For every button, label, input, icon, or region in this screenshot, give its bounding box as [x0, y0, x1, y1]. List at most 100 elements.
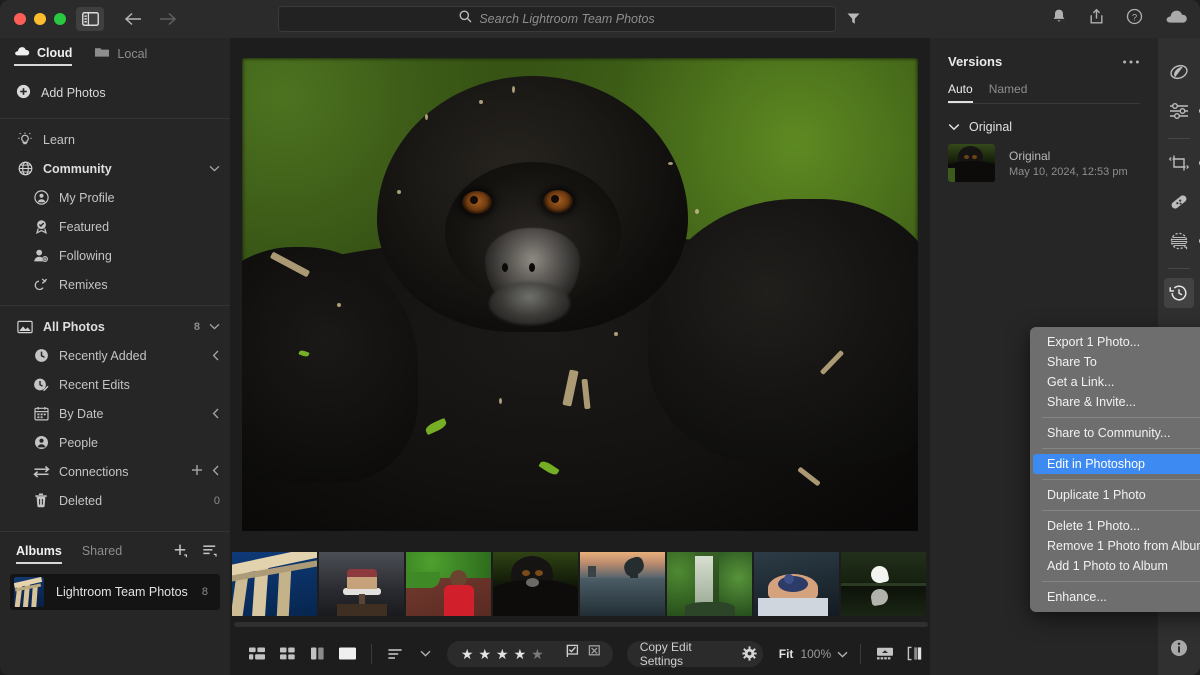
crop-icon[interactable]: [1164, 148, 1194, 178]
chevron-left-icon[interactable]: [212, 408, 220, 419]
filmstrip-thumb-hand-holding-blueberries[interactable]: [754, 552, 839, 616]
zoom-fit-label[interactable]: Fit: [779, 647, 794, 661]
forward-arrow-icon[interactable]: [152, 7, 182, 31]
edit-sliders-icon[interactable]: [1164, 96, 1194, 126]
photo-viewer[interactable]: [230, 38, 930, 550]
filmstrip-thumb-greek-temple-columns[interactable]: [232, 552, 317, 616]
filmstrip-scrollbar-thumb[interactable]: [234, 622, 928, 627]
help-icon[interactable]: ?: [1126, 8, 1143, 30]
sort-group[interactable]: [381, 640, 441, 668]
ellipsis-icon[interactable]: [1122, 52, 1140, 70]
sidebar-item-all-photos[interactable]: All Photos 8: [0, 312, 230, 341]
bell-icon[interactable]: [1051, 8, 1067, 30]
sidebar-item-by-date[interactable]: By Date: [0, 399, 230, 428]
sort-icon[interactable]: [381, 640, 411, 668]
chevron-left-icon[interactable]: [212, 465, 220, 479]
zoom-chevron-down-icon[interactable]: [837, 645, 848, 663]
context-menu-item-export[interactable]: Export 1 Photo... ›: [1033, 332, 1200, 352]
toolbar-divider-1: [371, 644, 372, 664]
star-3[interactable]: ★: [496, 647, 509, 661]
chevron-down-icon[interactable]: [209, 321, 220, 333]
context-menu-item-add-to-album[interactable]: Add 1 Photo to Album ›: [1033, 556, 1200, 576]
add-album-icon[interactable]: [173, 543, 188, 563]
close-window-button[interactable]: [14, 13, 26, 25]
star-2[interactable]: ★: [478, 647, 491, 661]
single-photo-view-icon[interactable]: [332, 640, 362, 668]
search-input[interactable]: Search Lightroom Team Photos: [278, 6, 836, 32]
context-menu-item-duplicate[interactable]: Duplicate 1 Photo: [1033, 485, 1200, 505]
back-arrow-icon[interactable]: [118, 7, 148, 31]
add-photos-button[interactable]: Add Photos: [0, 70, 230, 118]
context-menu-item-get-a-link[interactable]: Get a Link...: [1033, 372, 1200, 392]
sidebar-item-following[interactable]: Following: [0, 241, 230, 270]
context-menu-item-remove-from-album[interactable]: Remove 1 Photo from Album...: [1033, 536, 1200, 556]
sort-albums-icon[interactable]: [202, 543, 218, 563]
filmstrip[interactable]: [230, 550, 930, 618]
versions-section-original[interactable]: Original: [930, 104, 1158, 134]
photo-context-menu[interactable]: Export 1 Photo... › Share To › Get a Lin…: [1030, 327, 1200, 612]
panel-toggle-icon[interactable]: [76, 7, 104, 31]
source-tab-local[interactable]: Local: [94, 46, 147, 67]
version-list-item[interactable]: Original May 10, 2024, 12:53 pm: [930, 134, 1158, 182]
source-tab-cloud[interactable]: Cloud: [14, 46, 72, 66]
grid-detail-view-icon[interactable]: [242, 640, 272, 668]
window-controls: [0, 13, 66, 25]
filmstrip-thumb-woman-in-red-dress-ivy-wall[interactable]: [406, 552, 491, 616]
context-menu-item-edit-in-photoshop[interactable]: Edit in Photoshop: [1033, 454, 1200, 474]
healing-brush-icon[interactable]: [1164, 187, 1194, 217]
sidebar-item-my-profile[interactable]: My Profile: [0, 183, 230, 212]
sort-chevron-down-icon[interactable]: [411, 640, 441, 668]
versions-history-icon[interactable]: [1164, 278, 1194, 308]
info-icon[interactable]: [1164, 633, 1194, 663]
chevron-left-icon[interactable]: [212, 350, 220, 361]
tab-auto-versions[interactable]: Auto: [948, 82, 973, 103]
cloud-icon[interactable]: [1165, 9, 1188, 30]
compare-view-icon[interactable]: [302, 640, 332, 668]
album-item-lightroom-team-photos[interactable]: Lightroom Team Photos 8: [10, 574, 220, 610]
add-connection-icon[interactable]: [191, 464, 203, 479]
star-5[interactable]: ★: [531, 647, 544, 661]
sidebar-item-remixes[interactable]: Remixes: [0, 270, 230, 299]
filmstrip-thumb-white-bird-reflection[interactable]: [841, 552, 926, 616]
star-1[interactable]: ★: [461, 647, 474, 661]
selected-photo-baby-gorilla[interactable]: [242, 58, 918, 531]
filmstrip-scrollbar[interactable]: [230, 618, 930, 632]
sidebar-item-recent-edits[interactable]: Recent Edits: [0, 370, 230, 399]
flag-rejected-icon[interactable]: [587, 644, 601, 663]
minimize-window-button[interactable]: [34, 13, 46, 25]
filter-icon[interactable]: [846, 11, 861, 31]
filmstrip-thumb-jungle-waterfall[interactable]: [667, 552, 752, 616]
copy-edit-settings-button[interactable]: Copy Edit Settings: [627, 641, 736, 667]
context-menu-item-share-to-community[interactable]: Share to Community...: [1033, 423, 1200, 443]
masking-icon[interactable]: [1164, 226, 1194, 256]
presets-icon[interactable]: [1164, 57, 1194, 87]
chevron-down-icon[interactable]: [209, 165, 220, 172]
filmstrip-thumb-berry-layer-cake[interactable]: [319, 552, 404, 616]
tab-named-versions[interactable]: Named: [989, 82, 1028, 103]
maximize-window-button[interactable]: [54, 13, 66, 25]
share-icon[interactable]: [1089, 8, 1104, 30]
sidebar-item-recently-added[interactable]: Recently Added: [0, 341, 230, 370]
sidebar-item-community[interactable]: Community: [0, 154, 230, 183]
sidebar-item-deleted[interactable]: Deleted 0: [0, 486, 230, 515]
star-rating[interactable]: ★ ★ ★ ★ ★: [447, 641, 558, 667]
star-4[interactable]: ★: [514, 647, 527, 661]
chevron-down-icon[interactable]: [948, 120, 960, 134]
sidebar-item-learn[interactable]: Learn: [0, 125, 230, 154]
before-after-icon[interactable]: [900, 640, 930, 668]
tab-albums[interactable]: Albums: [16, 544, 62, 564]
filmstrip-thumb-whale-tail-sunset-ocean[interactable]: [580, 552, 665, 616]
tab-shared[interactable]: Shared: [82, 544, 122, 564]
flag-picked-icon[interactable]: [566, 644, 580, 663]
sidebar-item-people[interactable]: People: [0, 428, 230, 457]
context-menu-item-share-to[interactable]: Share To ›: [1033, 352, 1200, 372]
sidebar-item-featured[interactable]: Featured: [0, 212, 230, 241]
sidebar-item-connections[interactable]: Connections: [0, 457, 230, 486]
filmstrip-thumb-baby-gorilla[interactable]: [493, 552, 578, 616]
gear-icon[interactable]: [736, 641, 763, 667]
context-menu-item-enhance[interactable]: Enhance...: [1033, 587, 1200, 607]
filmstrip-toggle-icon[interactable]: [870, 640, 900, 668]
grid-square-view-icon[interactable]: [272, 640, 302, 668]
context-menu-item-share-and-invite[interactable]: Share & Invite...: [1033, 392, 1200, 412]
context-menu-item-delete[interactable]: Delete 1 Photo...: [1033, 516, 1200, 536]
